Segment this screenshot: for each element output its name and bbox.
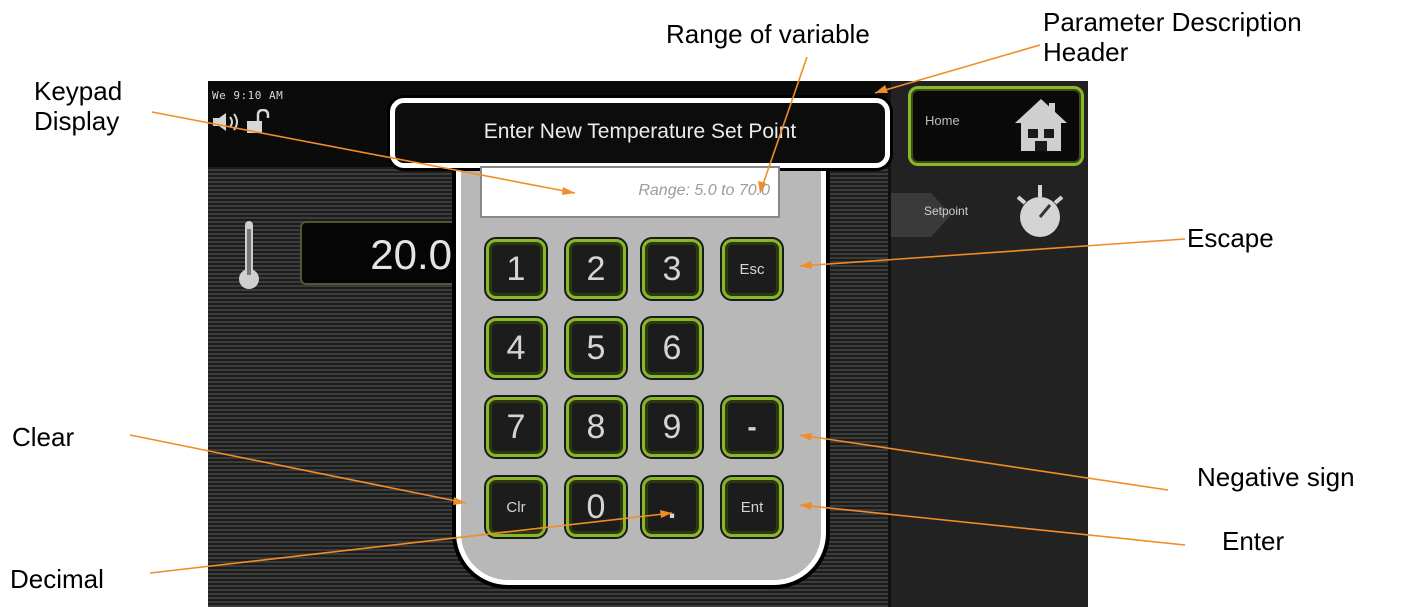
enter-arrowhead	[800, 502, 812, 510]
annotation-decimal: Decimal	[10, 564, 104, 594]
annotation-clear: Clear	[12, 422, 75, 452]
negative-callout-line	[799, 434, 1169, 491]
range-callout-line	[759, 56, 808, 194]
annotation-parameter-description-header: Parameter Description Header	[1043, 7, 1302, 67]
header-arrowhead	[875, 85, 888, 93]
escape-callout-line	[799, 238, 1186, 267]
annotation-negative-sign: Negative sign	[1197, 462, 1355, 492]
callout-lines	[129, 44, 1186, 574]
annotation-keypad-display: Keypad Display	[34, 76, 123, 136]
negative-arrowhead	[800, 433, 812, 441]
escape-arrowhead	[800, 261, 812, 269]
range-arrowhead	[758, 181, 766, 193]
clear-callout-line	[129, 434, 467, 504]
annotation-enter: Enter	[1222, 526, 1285, 556]
annotation-escape: Escape	[1187, 223, 1274, 253]
keypad-display-callout-line	[151, 111, 576, 194]
enter-callout-line	[799, 504, 1186, 546]
clear-arrowhead	[453, 497, 466, 505]
annotation-range-of-variable: Range of variable	[666, 19, 870, 49]
decimal-callout-line	[149, 512, 673, 574]
header-callout-line	[874, 44, 1041, 94]
keypad-display-arrowhead	[562, 187, 575, 195]
